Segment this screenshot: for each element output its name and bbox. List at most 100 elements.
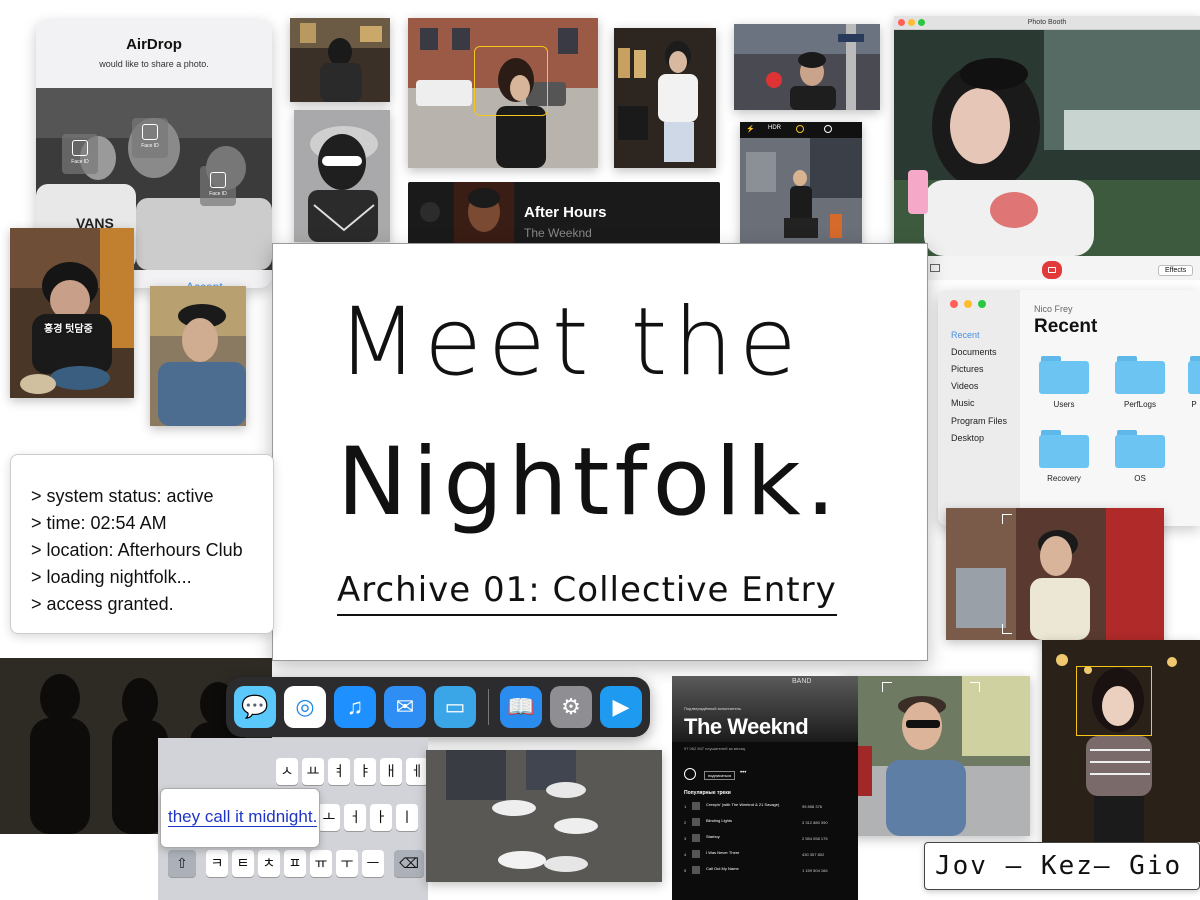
airdrop-title: AirDrop xyxy=(126,36,182,53)
key[interactable]: ㅛ xyxy=(302,758,324,785)
key[interactable]: ㅔ xyxy=(406,758,428,785)
zoom-button[interactable] xyxy=(978,300,986,308)
face-id-label: Face ID xyxy=(141,143,159,149)
folder-label: Recovery xyxy=(1047,474,1081,483)
camera-live-icon[interactable] xyxy=(796,125,804,133)
terminal-card: > system status: active > time: 02:54 AM… xyxy=(10,454,274,634)
camera-viewfinder: HDR ⚡ xyxy=(740,122,862,244)
track-row[interactable]: 3 Starboy 2 554 058 175 xyxy=(684,832,852,848)
face-focus-box xyxy=(474,46,548,116)
track-number: 3 xyxy=(684,836,687,841)
track-title: Call Out My Name xyxy=(706,866,739,871)
sidebar-item-pictures[interactable]: Pictures xyxy=(951,364,984,374)
track-row[interactable]: 5 Call Out My Name 1 159 504 166 xyxy=(684,864,852,880)
focus-corner xyxy=(1002,624,1012,634)
terminal-line: > loading nightfolk... xyxy=(31,567,192,587)
folder-icon[interactable] xyxy=(1039,356,1089,394)
key[interactable]: ㅡ xyxy=(362,850,384,877)
folder-icon[interactable] xyxy=(1115,356,1165,394)
key[interactable]: ㅐ xyxy=(380,758,402,785)
subscribe-button[interactable]: подписаться xyxy=(704,771,736,780)
terminal-line: > location: Afterhours Club xyxy=(31,540,243,560)
photo-man-glasses-mall xyxy=(946,508,1164,640)
track-cover xyxy=(692,802,700,810)
track-plays: 95 858 376 xyxy=(802,804,823,809)
track-cover xyxy=(692,818,700,826)
face-id-overlay: Face ID xyxy=(200,166,236,206)
close-button[interactable] xyxy=(950,300,958,308)
key[interactable]: ㅗ xyxy=(318,804,340,831)
key[interactable]: ㅅ xyxy=(276,758,298,785)
folder-icon[interactable] xyxy=(1188,356,1200,394)
safari-app-icon[interactable]: ◎ xyxy=(284,686,326,728)
shutter-button[interactable] xyxy=(1042,261,1062,279)
messages-app-icon[interactable]: 💬 xyxy=(234,686,276,728)
track-number: 4 xyxy=(684,852,687,857)
finder-heading: Recent xyxy=(1034,316,1098,337)
track-title: Blinding Lights xyxy=(706,818,733,823)
spotify-logo-icon xyxy=(420,202,440,222)
books-app-icon[interactable]: 📖 xyxy=(500,686,542,728)
settings-app-icon[interactable]: ⚙ xyxy=(550,686,592,728)
face-id-overlay: Face ID xyxy=(62,134,98,174)
effects-button[interactable]: Effects xyxy=(1158,265,1194,276)
monthly-listeners: 97 062 847 слушателей за месяц xyxy=(684,746,746,751)
sidebar-item-desktop[interactable]: Desktop xyxy=(951,433,984,443)
track-title: I Was Never There xyxy=(706,850,740,855)
key[interactable]: ㅕ xyxy=(328,758,350,785)
folder-icon[interactable] xyxy=(1039,430,1089,468)
folder-label: OS xyxy=(1134,474,1146,483)
sidebar-item-music[interactable]: Music xyxy=(951,398,975,408)
key[interactable]: ㅣ xyxy=(396,804,418,831)
title-line-1: Meet the xyxy=(337,288,803,397)
now-playing-tile[interactable]: After Hours The Weeknd xyxy=(408,182,720,244)
track-row[interactable]: 2 Blinding Lights 3 312 880 390 xyxy=(684,816,852,832)
music-app-icon[interactable]: ♫ xyxy=(334,686,376,728)
terminal-line: > access granted. xyxy=(31,594,174,614)
track-row[interactable]: 1 Creepin' (with The Weeknd & 21 Savage) 9… xyxy=(684,800,852,816)
key[interactable]: ㅊ xyxy=(258,850,280,877)
photo-booth-window: Photo Booth Effects xyxy=(894,16,1200,280)
verified-artist-label: Подтверждённый исполнитель xyxy=(684,706,742,711)
files-app-icon[interactable]: ▭ xyxy=(434,686,476,728)
more-options-icon[interactable]: ••• xyxy=(740,770,746,776)
track-cover xyxy=(692,866,700,874)
key[interactable]: ㅏ xyxy=(370,804,392,831)
folder-icon[interactable] xyxy=(1115,430,1165,468)
key[interactable]: ㅓ xyxy=(344,804,366,831)
face-id-icon xyxy=(210,172,226,188)
sidebar-item-program-files[interactable]: Program Files xyxy=(951,416,1007,426)
backspace-key[interactable]: ⌫ xyxy=(394,850,424,877)
airdrop-subtitle: would like to share a photo. xyxy=(99,59,209,69)
sidebar-item-recent[interactable]: Recent xyxy=(951,330,980,340)
track-plays: 430 357 802 xyxy=(802,852,825,857)
title-line-2: Nightfolk. xyxy=(337,428,841,537)
song-artist: The Weeknd xyxy=(524,226,592,240)
minimize-button[interactable] xyxy=(964,300,972,308)
sidebar-item-videos[interactable]: Videos xyxy=(951,381,978,391)
key[interactable]: ㅌ xyxy=(232,850,254,877)
camera-flash-icon[interactable]: ⚡ xyxy=(746,125,755,133)
key[interactable]: ㅋ xyxy=(206,850,228,877)
photo-woman-street xyxy=(408,18,598,168)
shift-key[interactable]: ⇧ xyxy=(168,850,196,877)
key[interactable]: ㅑ xyxy=(354,758,376,785)
track-title: Starboy xyxy=(706,834,720,839)
key[interactable]: ㅍ xyxy=(284,850,306,877)
key[interactable]: ㅜ xyxy=(336,850,358,877)
grid-view-icon[interactable] xyxy=(930,264,940,272)
facetime-app-icon[interactable]: ▶ xyxy=(600,686,642,728)
focus-corner xyxy=(970,682,980,692)
mail-app-icon[interactable]: ✉ xyxy=(384,686,426,728)
play-button[interactable] xyxy=(684,768,696,780)
photo-street-night-back xyxy=(290,18,390,102)
photo-booth-preview xyxy=(894,30,1200,256)
track-row[interactable]: 4 I Was Never There 430 357 802 xyxy=(684,848,852,864)
sidebar-item-documents[interactable]: Documents xyxy=(951,347,997,357)
camera-hdr-label[interactable]: HDR xyxy=(768,125,781,131)
face-id-label: Face ID xyxy=(71,159,89,165)
camera-timer-icon[interactable] xyxy=(824,125,832,133)
artist-name: The Weeknd xyxy=(684,714,809,739)
poster-caption: 홍경 텃담중 xyxy=(44,324,93,335)
key[interactable]: ㅠ xyxy=(310,850,332,877)
